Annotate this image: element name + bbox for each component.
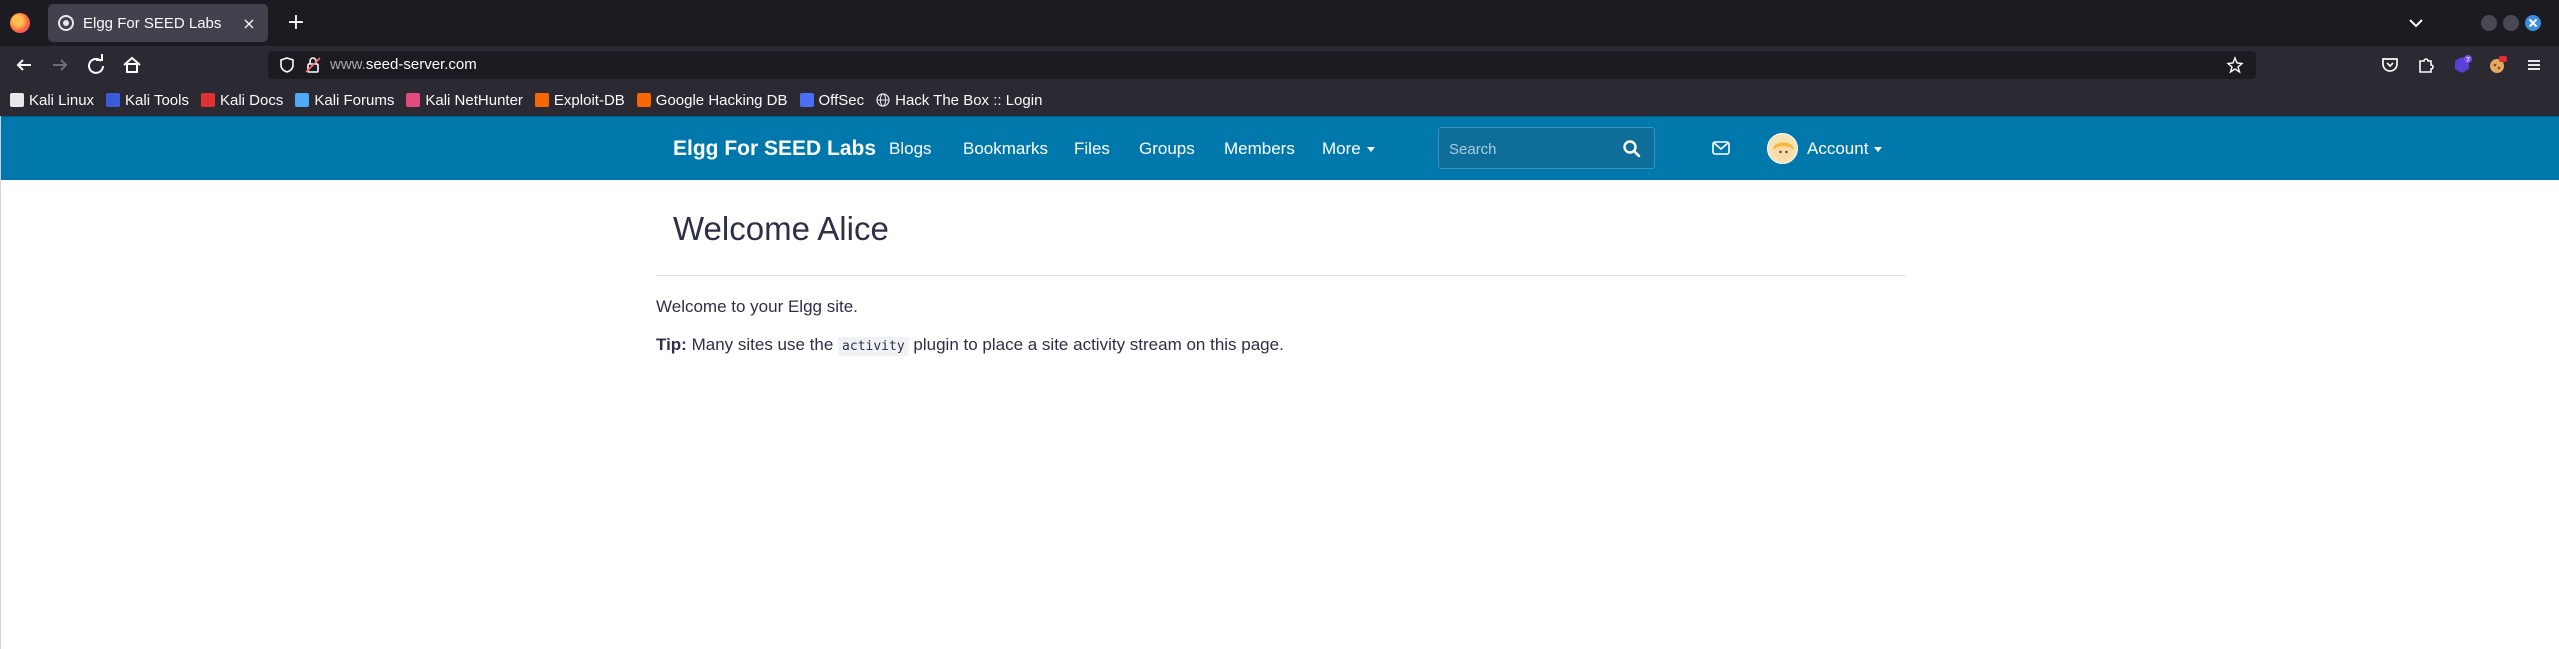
- bookmarks-toolbar: Kali Linux Kali Tools Kali Docs Kali For…: [0, 84, 2559, 116]
- extension-hexagon-icon[interactable]: 7: [2451, 54, 2473, 76]
- home-icon[interactable]: [118, 51, 146, 79]
- elgg-favicon-icon: [58, 15, 74, 31]
- tab-elgg[interactable]: Elgg For SEED Labs ×: [48, 4, 268, 42]
- hamburger-menu-icon[interactable]: [2523, 54, 2545, 76]
- url-text[interactable]: www.seed-server.com: [330, 56, 477, 73]
- kali-forums-icon: [295, 93, 310, 107]
- tab-bar: Elgg For SEED Labs × +: [0, 0, 2559, 46]
- bookmark-kali-nethunter[interactable]: Kali NetHunter: [406, 92, 523, 109]
- bookmark-google-hacking-db[interactable]: Google Hacking DB: [636, 91, 788, 109]
- bookmark-hack-the-box[interactable]: Hack The Box :: Login: [876, 92, 1042, 109]
- nethunter-icon: [406, 93, 421, 107]
- exploit-db-icon: [534, 93, 549, 107]
- title-divider: [656, 275, 1906, 276]
- alice-avatar-icon: [1773, 142, 1794, 160]
- url-prefix: www.: [330, 56, 366, 73]
- bookmark-kali-docs[interactable]: Kali Docs: [200, 91, 284, 109]
- kali-dragon-icon: [10, 93, 24, 107]
- bookmark-label: Kali Forums: [314, 91, 395, 109]
- globe-icon: [876, 93, 890, 107]
- chevron-down-icon: [1874, 147, 1883, 153]
- forward-arrow-icon[interactable]: [46, 51, 74, 79]
- menu-item-files[interactable]: Files: [1074, 139, 1110, 159]
- account-menu[interactable]: Account: [1807, 139, 1883, 159]
- bookmark-kali-linux[interactable]: Kali Linux: [10, 92, 94, 109]
- address-bar[interactable]: www.seed-server.com: [268, 51, 2256, 79]
- web-page: Elgg For SEED Labs Blogs Bookmarks Files…: [0, 116, 2559, 649]
- bookmark-label: Kali NetHunter: [425, 91, 523, 109]
- extensions-puzzle-icon[interactable]: [2415, 54, 2437, 76]
- bookmark-exploit-db[interactable]: Exploit-DB: [534, 91, 625, 109]
- bookmark-label: Kali Linux: [29, 91, 95, 109]
- tab-close-icon[interactable]: ×: [240, 14, 258, 33]
- bookmark-kali-forums[interactable]: Kali Forums: [295, 92, 394, 109]
- ghdb-icon: [636, 93, 651, 107]
- site-name-link[interactable]: Elgg For SEED Labs: [673, 137, 876, 161]
- pocket-icon[interactable]: [2379, 54, 2401, 76]
- extension-badge: 7: [2466, 56, 2470, 64]
- kali-tools-icon: [106, 93, 121, 107]
- new-tab-button[interactable]: +: [282, 9, 310, 37]
- firefox-menu-icon[interactable]: [10, 13, 30, 33]
- bookmark-kali-tools[interactable]: Kali Tools: [106, 92, 189, 109]
- menu-item-bookmarks[interactable]: Bookmarks: [963, 139, 1048, 159]
- close-window-button[interactable]: [2525, 15, 2541, 31]
- tip-text: Tip: Many sites use the activity plugin …: [656, 335, 1284, 356]
- search-icon[interactable]: [1622, 139, 1642, 159]
- url-host: seed-server.com: [365, 56, 477, 73]
- search-form: [1438, 127, 1655, 169]
- maximize-window-button[interactable]: [2503, 15, 2519, 31]
- avatar[interactable]: [1767, 133, 1798, 164]
- cookie-extension-icon[interactable]: [2487, 54, 2509, 76]
- site-header: Elgg For SEED Labs Blogs Bookmarks Files…: [1, 116, 2559, 180]
- bookmark-label: Hack The Box :: Login: [895, 91, 1043, 109]
- tab-title: Elgg For SEED Labs: [83, 14, 222, 32]
- list-all-tabs-icon[interactable]: [2405, 12, 2427, 34]
- search-input[interactable]: [1449, 138, 1609, 160]
- bookmark-offsec[interactable]: OffSec: [799, 91, 865, 109]
- menu-item-blogs[interactable]: Blogs: [889, 139, 932, 159]
- bookmark-star-icon[interactable]: [2226, 56, 2244, 74]
- account-label: Account: [1807, 139, 1869, 158]
- menu-item-members[interactable]: Members: [1224, 139, 1295, 159]
- bookmark-label: Exploit-DB: [553, 91, 625, 109]
- back-arrow-icon[interactable]: [10, 51, 38, 79]
- reload-icon[interactable]: [82, 51, 110, 79]
- menu-item-groups[interactable]: Groups: [1139, 139, 1195, 159]
- tip-text-before: Many sites use the: [686, 335, 839, 354]
- bookmark-label: Kali Tools: [125, 91, 189, 109]
- page-title: Welcome Alice: [673, 210, 889, 247]
- tip-label: Tip:: [656, 335, 687, 354]
- menu-item-more[interactable]: More: [1322, 139, 1375, 159]
- menu-more-label: More: [1322, 139, 1361, 158]
- tracking-protection-shield-icon[interactable]: [278, 56, 296, 74]
- welcome-text: Welcome to your Elgg site.: [656, 297, 858, 316]
- bookmark-label: Kali Docs: [219, 91, 284, 109]
- offsec-icon: [799, 93, 814, 107]
- tip-text-after: plugin to place a site activity stream o…: [908, 335, 1284, 354]
- tip-code: activity: [838, 337, 909, 356]
- chevron-down-icon: [1366, 147, 1375, 153]
- kali-docs-icon: [200, 93, 215, 107]
- bookmark-label: Google Hacking DB: [655, 91, 788, 109]
- insecure-lock-icon[interactable]: [304, 56, 322, 74]
- bookmark-label: OffSec: [818, 91, 865, 109]
- minimize-window-button[interactable]: [2481, 15, 2497, 31]
- envelope-icon[interactable]: [1711, 138, 1731, 158]
